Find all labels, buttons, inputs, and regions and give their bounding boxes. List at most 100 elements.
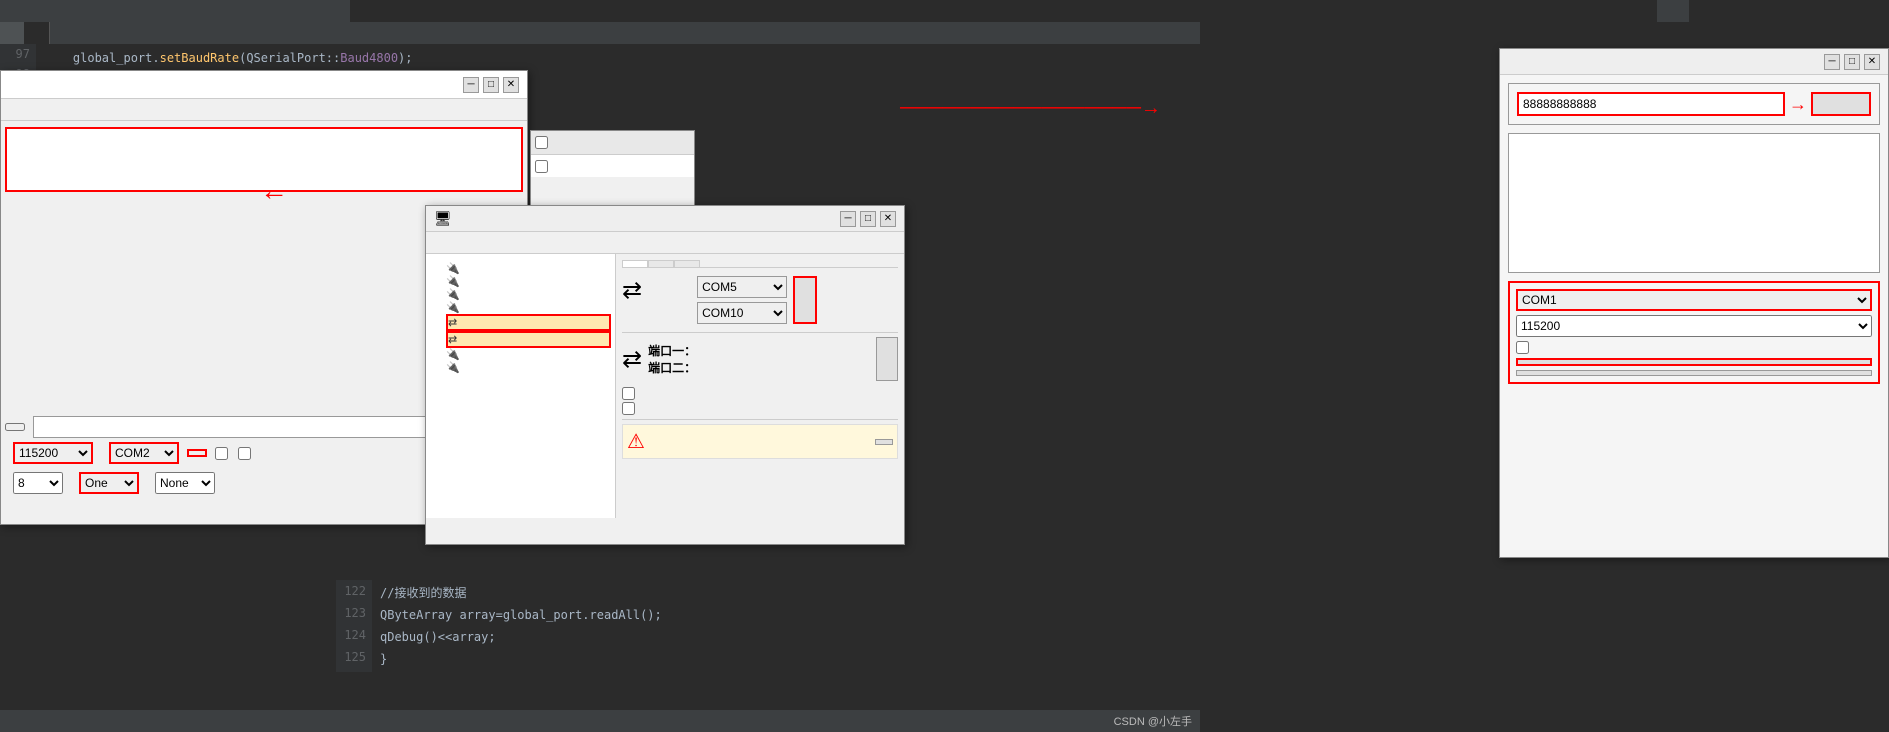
minimize-button[interactable]: ─ — [463, 77, 479, 93]
line-97: 97 — [0, 44, 30, 64]
com1-icon: ⇄ — [448, 316, 457, 329]
open-file-button[interactable] — [5, 423, 25, 431]
open-button[interactable] — [1516, 358, 1872, 366]
status-bar: CSDN @小左手 — [0, 710, 1200, 732]
tab-serial-cpp[interactable] — [0, 22, 25, 44]
com3-icon: 🔌 — [446, 348, 460, 361]
vspd-port-icon: ⇄ — [622, 276, 642, 305]
hex-checkbox-label — [1516, 341, 1872, 354]
hex-display-label — [215, 447, 230, 460]
com6-icon: 🔌 — [446, 262, 460, 275]
lower-code-content: //接收到的数据 QByteArray array=global_port.re… — [372, 580, 670, 672]
send-row: → — [1517, 92, 1871, 116]
tree-com3[interactable]: 🔌 — [446, 348, 611, 361]
serial-minimize[interactable]: ─ — [1824, 54, 1840, 70]
vspd-titlebar: 🖥 ─ □ ✕ — [426, 206, 904, 232]
databits-select[interactable]: 8 — [13, 472, 63, 494]
lower-line-nums: 122123124125 //接收到的数据 QByteArray array=g… — [336, 580, 916, 672]
vspd-maximize[interactable]: □ — [860, 211, 876, 227]
vspd-menubar — [426, 232, 904, 254]
comhelper-titlebar: ─ □ ✕ — [1, 71, 527, 99]
close-port-button[interactable] — [187, 449, 207, 457]
add-port-section: ⇄ COM5 COM10 — [622, 276, 898, 324]
serial-groupbox2: COM1 115200 — [1508, 281, 1880, 384]
serial-recv-area — [1508, 133, 1880, 273]
project-bar — [0, 0, 350, 22]
warning-icon: ⚠ — [627, 429, 645, 454]
serial-groupbox1: → — [1508, 83, 1880, 125]
cmd-header-checkbox[interactable] — [535, 136, 548, 149]
com1-display: 端口一： — [648, 342, 696, 359]
file-tabs — [0, 22, 1200, 44]
cmd-header — [531, 131, 694, 155]
port-selects: COM5 COM10 — [648, 276, 787, 324]
vspd-right-panel: ⇄ COM5 COM10 — [616, 254, 904, 518]
send-arrow: → — [1789, 94, 1807, 115]
file-path-input[interactable] — [33, 416, 467, 438]
timestamp-checkbox[interactable] — [238, 447, 251, 460]
serial-monitor-window: ─ □ ✕ → COM1 115200 — [1499, 48, 1889, 558]
tree-com6[interactable]: 🔌 — [446, 262, 611, 275]
port-select[interactable]: COM2 — [109, 442, 179, 464]
warning-section: ⚠ — [622, 424, 898, 459]
status-csdn: CSDN @小左手 — [1114, 713, 1192, 729]
hex-display-checkbox[interactable] — [215, 447, 228, 460]
tree-com1[interactable]: ⇄ — [446, 314, 611, 331]
comhelper-window-buttons: ─ □ ✕ — [463, 77, 519, 93]
tab-port-access-list[interactable] — [648, 260, 674, 267]
com2-icon: ⇄ — [448, 333, 457, 346]
tab-manage-ports[interactable] — [622, 260, 648, 267]
checkbox-section — [622, 387, 898, 415]
cmd-row-0-checkbox[interactable] — [535, 160, 548, 173]
reconnect-checkbox[interactable] — [622, 402, 635, 415]
baud-rate-select[interactable]: 115200 — [1516, 315, 1872, 337]
com8-icon: 🔌 — [446, 288, 460, 301]
add-port-button[interactable] — [793, 276, 817, 324]
baud-select[interactable]: 115200 — [13, 442, 93, 464]
port1-select[interactable]: COM5 — [697, 276, 787, 298]
com7-icon: 🔌 — [446, 275, 460, 288]
delete-port-button[interactable] — [876, 337, 898, 381]
timestamp-label — [238, 447, 253, 460]
baud-sim-label — [622, 387, 898, 400]
com2-label-text: 端口二： — [648, 361, 696, 375]
divider1 — [622, 332, 898, 333]
divider2 — [622, 419, 898, 420]
port2-select[interactable]: COM10 — [697, 302, 787, 324]
send-button[interactable] — [1811, 92, 1871, 116]
tree-com7[interactable]: 🔌 — [446, 275, 611, 288]
stopbits-select[interactable]: One — [79, 472, 139, 494]
reset-all-button[interactable] — [875, 439, 893, 445]
serial-maximize[interactable]: □ — [1844, 54, 1860, 70]
tab-signal[interactable] — [25, 22, 50, 44]
tree-com8[interactable]: 🔌 — [446, 288, 611, 301]
code-line-97: global_port.setBaudRate(QSerialPort::Bau… — [44, 48, 508, 68]
recv-area-label — [1, 121, 527, 125]
reconnect-label — [622, 402, 898, 415]
serial-window-buttons: ─ □ ✕ — [1824, 54, 1880, 70]
maximize-button[interactable]: □ — [483, 77, 499, 93]
send-input[interactable] — [1517, 92, 1785, 116]
tree-com4[interactable]: 🔌 — [446, 361, 611, 374]
tree-com2[interactable]: ⇄ — [446, 331, 611, 348]
com-select[interactable]: COM1 — [1516, 289, 1872, 311]
vspd-minimize[interactable]: ─ — [840, 211, 856, 227]
serial-close[interactable]: ✕ — [1864, 54, 1880, 70]
comhelper-data-row: 8 One None — [5, 472, 215, 494]
recv-area — [5, 127, 523, 192]
hex-checkbox[interactable] — [1516, 341, 1529, 354]
serial-body: → COM1 115200 — [1500, 75, 1888, 396]
top-right-info — [1657, 0, 1689, 22]
close-button[interactable]: ✕ — [503, 77, 519, 93]
com-display-icon: ⇄ — [622, 345, 642, 374]
lower-code-area: 122123124125 //接收到的数据 QByteArray array=g… — [336, 580, 916, 710]
vspd-close[interactable]: ✕ — [880, 211, 896, 227]
com-display-values: 端口一： 端口二： — [648, 342, 696, 376]
baud-sim-checkbox[interactable] — [622, 387, 635, 400]
tab-custom-pinout[interactable] — [674, 260, 700, 267]
com2-display: 端口二： — [648, 359, 696, 376]
parity-select[interactable]: None — [155, 472, 215, 494]
tree-com9[interactable]: 🔌 — [446, 301, 611, 314]
close-serial-button[interactable] — [1516, 370, 1872, 376]
cmd-row-0 — [531, 155, 694, 177]
